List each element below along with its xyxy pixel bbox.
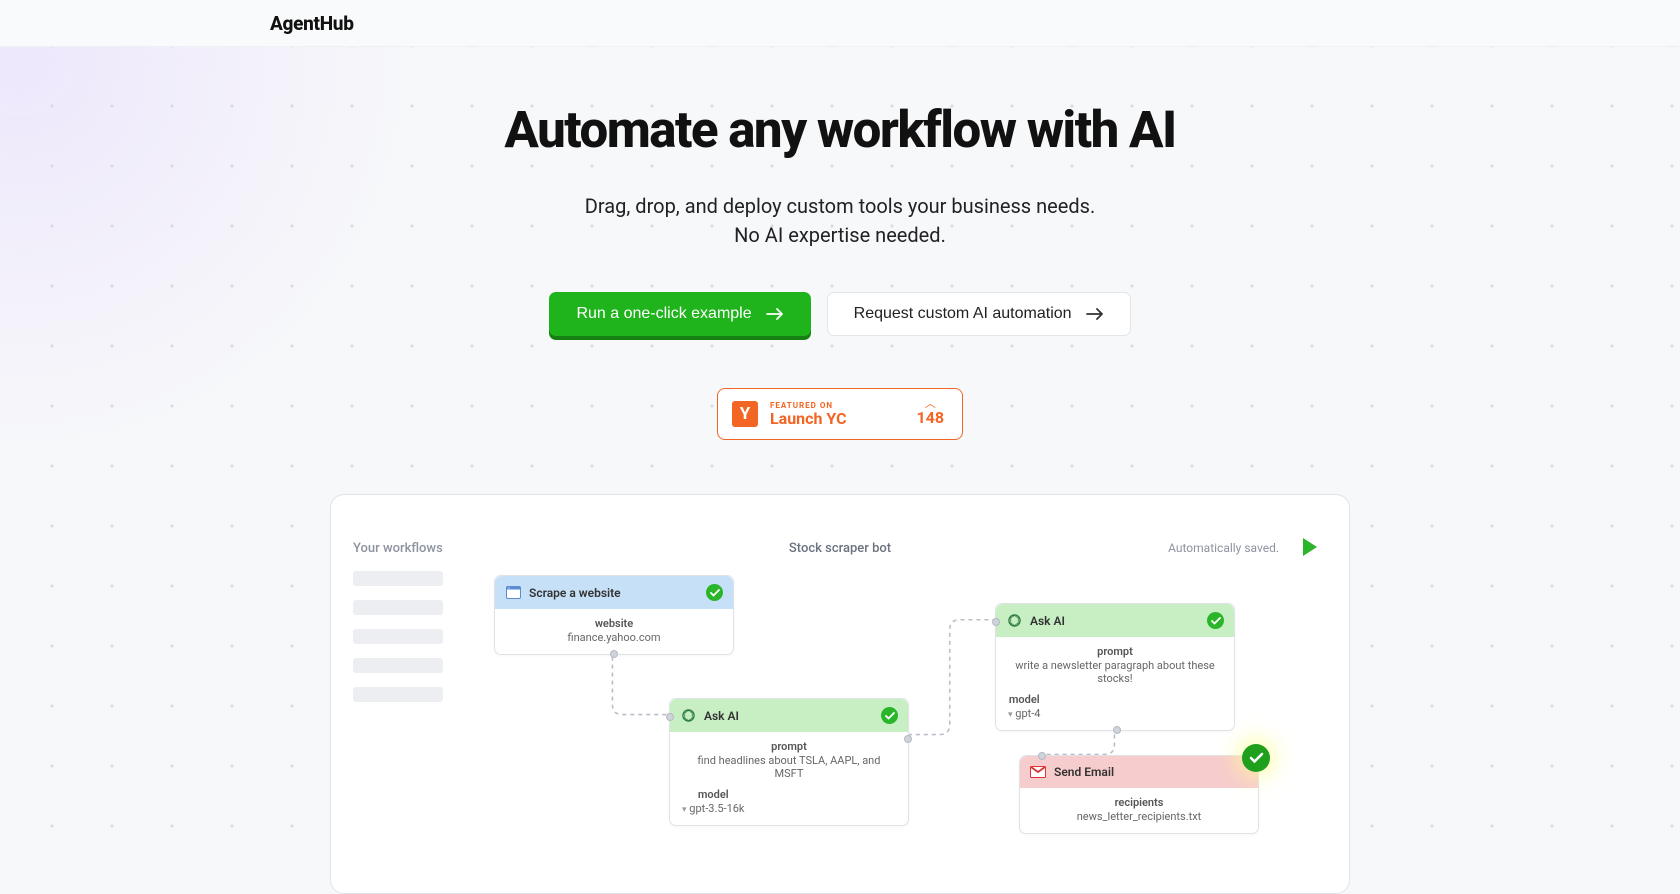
node-scrape-website[interactable]: Scrape a website website finance.yahoo.c… bbox=[494, 575, 734, 655]
node-title: Ask AI bbox=[1030, 614, 1065, 628]
field-label: website bbox=[507, 617, 721, 630]
yc-launch-label: Launch YC bbox=[770, 410, 904, 428]
node-title: Scrape a website bbox=[529, 586, 621, 600]
request-automation-label: Request custom AI automation bbox=[854, 305, 1072, 323]
top-header: AgentHub bbox=[0, 0, 1680, 47]
caret-up-icon: ︿ bbox=[925, 401, 936, 408]
hero-subtitle: Drag, drop, and deploy custom tools your… bbox=[0, 192, 1680, 250]
list-item[interactable] bbox=[353, 571, 443, 586]
output-port[interactable] bbox=[1113, 726, 1121, 734]
arrow-right-icon bbox=[1086, 308, 1104, 320]
prompt-value: find headlines about TSLA, AAPL, and MSF… bbox=[682, 754, 896, 780]
output-port[interactable] bbox=[904, 735, 912, 743]
yc-badge-text: FEATURED ON Launch YC bbox=[770, 401, 904, 428]
check-icon bbox=[706, 584, 723, 601]
input-port[interactable] bbox=[992, 618, 1000, 626]
node-title: Send Email bbox=[1054, 765, 1114, 779]
openai-icon bbox=[680, 708, 696, 724]
field-label: recipients bbox=[1032, 796, 1246, 809]
yc-badge[interactable]: Y FEATURED ON Launch YC ︿ 148 bbox=[717, 388, 963, 440]
field-value: finance.yahoo.com bbox=[507, 631, 721, 644]
model-value: ▾ gpt-4 bbox=[1008, 707, 1040, 720]
openai-icon bbox=[1006, 613, 1022, 629]
arrow-right-icon bbox=[766, 308, 784, 320]
chevron-down-icon: ▾ bbox=[682, 805, 687, 815]
field-value: news_letter_recipients.txt bbox=[1032, 810, 1246, 823]
run-example-label: Run a one-click example bbox=[576, 305, 751, 323]
hero-section: Automate any workflow with AI Drag, drop… bbox=[0, 47, 1680, 894]
canvas-title: Stock scraper bot bbox=[789, 541, 891, 556]
prompt-label: prompt bbox=[682, 740, 896, 753]
hero-subtitle-line1: Drag, drop, and deploy custom tools your… bbox=[0, 192, 1680, 221]
input-port[interactable] bbox=[1038, 752, 1046, 760]
check-icon bbox=[1207, 612, 1224, 629]
gmail-icon bbox=[1030, 764, 1046, 780]
node-ask-ai-2[interactable]: Ask AI prompt write a newsletter paragra… bbox=[995, 603, 1235, 731]
logo[interactable]: AgentHub bbox=[270, 12, 354, 35]
chevron-down-icon: ▾ bbox=[1008, 710, 1013, 720]
model-label: model bbox=[682, 788, 745, 801]
output-port[interactable] bbox=[610, 650, 618, 658]
node-send-email[interactable]: Send Email recipients news_letter_recipi… bbox=[1019, 755, 1259, 834]
run-example-button[interactable]: Run a one-click example bbox=[549, 292, 810, 336]
model-label: model bbox=[1008, 693, 1040, 706]
success-check-icon bbox=[1242, 744, 1270, 772]
list-item[interactable] bbox=[353, 658, 443, 673]
autosave-status: Automatically saved. bbox=[1168, 541, 1279, 555]
demo-frame: Your workflows Stock scraper bot Automat… bbox=[330, 494, 1350, 894]
node-title: Ask AI bbox=[704, 709, 739, 723]
node-ask-ai-1[interactable]: Ask AI prompt find headlines about TSLA,… bbox=[669, 698, 909, 826]
list-item[interactable] bbox=[353, 600, 443, 615]
prompt-label: prompt bbox=[1008, 645, 1222, 658]
model-value: ▾ gpt-3.5-16k bbox=[682, 802, 745, 815]
list-item[interactable] bbox=[353, 629, 443, 644]
yc-upvote[interactable]: ︿ 148 bbox=[916, 401, 944, 427]
yc-count: 148 bbox=[916, 408, 944, 427]
hero-subtitle-line2: No AI expertise needed. bbox=[0, 221, 1680, 250]
list-item[interactable] bbox=[353, 687, 443, 702]
hero-title: Automate any workflow with AI bbox=[0, 101, 1680, 160]
play-icon[interactable] bbox=[1301, 537, 1319, 561]
workflows-sidebar-label: Your workflows bbox=[353, 541, 443, 556]
check-icon bbox=[881, 707, 898, 724]
prompt-value: write a newsletter paragraph about these… bbox=[1008, 659, 1222, 685]
cta-row: Run a one-click example Request custom A… bbox=[0, 292, 1680, 336]
request-automation-button[interactable]: Request custom AI automation bbox=[827, 292, 1131, 336]
yc-logo-icon: Y bbox=[732, 401, 758, 427]
browser-icon bbox=[505, 585, 521, 601]
input-port[interactable] bbox=[666, 713, 674, 721]
workflows-list bbox=[353, 571, 443, 702]
